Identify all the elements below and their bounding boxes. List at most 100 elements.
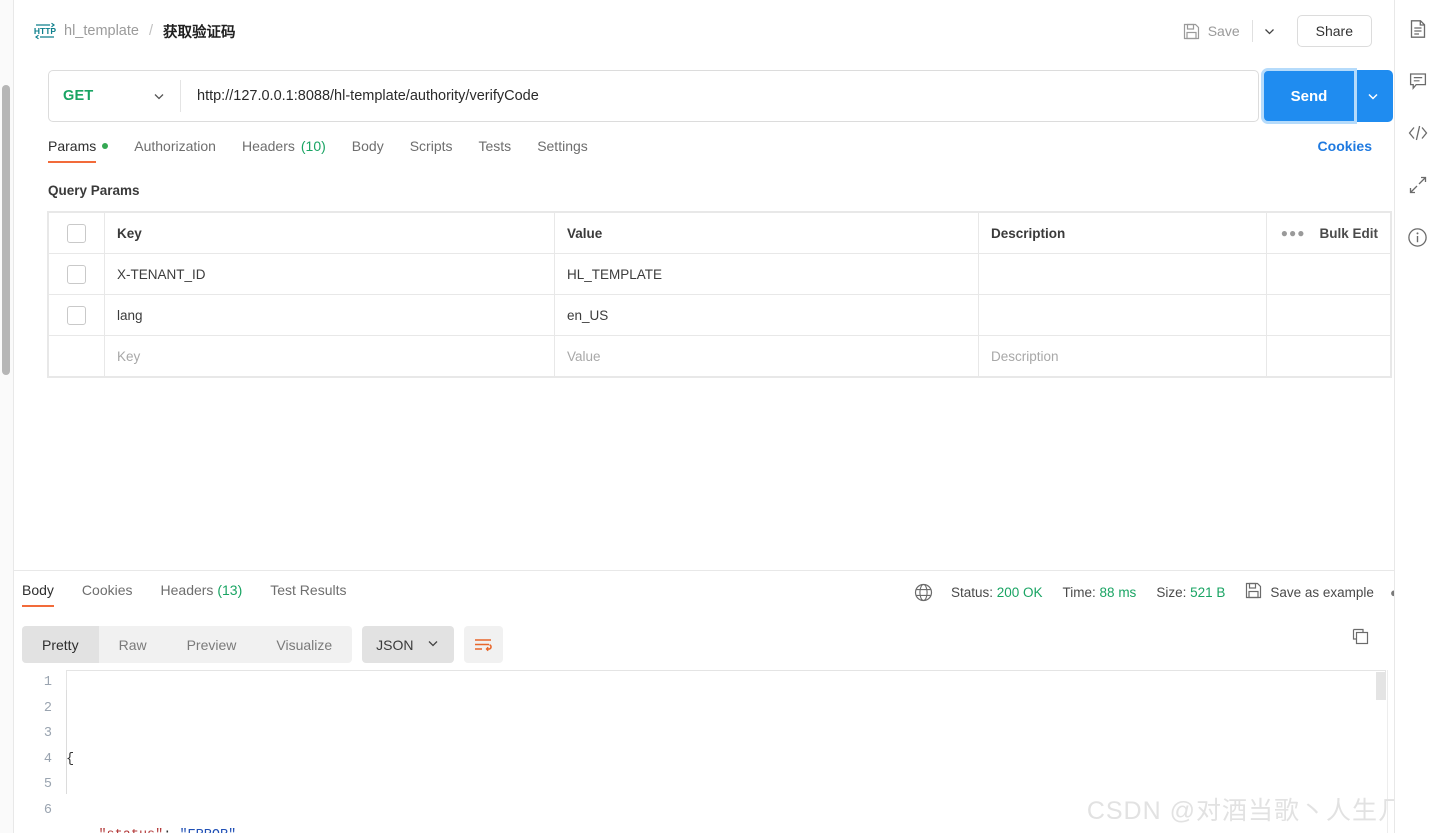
response-meta: Status: 200 OK Time: 88 ms Size: 521 B S… [914,582,1418,606]
table-row-empty[interactable]: Key Value Description [48,335,1391,377]
send-button[interactable]: Send [1261,68,1357,124]
response-tab-test-results-label: Test Results [270,582,347,598]
response-tab-headers-label: Headers [160,582,214,598]
save-as-example-button[interactable]: Save as example [1245,582,1374,602]
breadcrumb-request-name[interactable]: 获取验证码 [163,21,236,42]
save-options-caret[interactable] [1255,16,1285,46]
tab-params-label: Params [48,138,97,154]
globe-icon[interactable] [914,583,933,602]
share-button[interactable]: Share [1296,15,1372,47]
save-as-example-label: Save as example [1270,584,1374,600]
row-checkbox[interactable] [67,305,86,325]
query-params-title: Query Params [48,183,140,198]
left-scrollbar-thumb[interactable] [2,85,10,375]
select-all-checkbox[interactable] [67,223,86,243]
param-value[interactable]: HL_TEMPLATE [554,253,979,295]
tab-settings-label: Settings [537,138,588,154]
response-json-text[interactable]: { "status": "ERROR", "data": null, "erro… [66,670,1418,833]
row-actions [1266,294,1391,336]
tab-tests[interactable]: Tests [479,138,526,163]
code-icon[interactable] [1405,120,1431,146]
code-fold-guide [66,690,67,794]
save-button[interactable]: Save [1173,17,1250,46]
wrap-lines-icon[interactable] [463,626,503,663]
response-mode-group: Pretty Raw Preview Visualize [22,626,353,663]
response-tab-body-label: Body [22,582,54,598]
pane-divider[interactable] [14,570,1394,571]
response-tab-headers-count: (13) [217,582,243,598]
method-selector[interactable]: GET [49,71,180,121]
more-options-icon[interactable]: ●●● [1281,226,1306,240]
breadcrumb-separator: / [148,23,153,39]
tab-scripts-label: Scripts [409,138,453,154]
param-value[interactable]: en_US [554,294,979,336]
expand-icon[interactable] [1405,172,1431,198]
url-bar: GET [48,70,1259,122]
table-row[interactable]: lang en_US [48,294,1391,336]
params-modified-dot [102,143,109,149]
mode-pretty[interactable]: Pretty [22,626,99,663]
param-description-placeholder[interactable]: Description [978,335,1267,377]
row-checkbox[interactable] [67,264,86,284]
header-divider [1251,20,1253,42]
table-header-row: Key Value Description ●●● Bulk Edit [48,212,1391,254]
response-body-editor[interactable]: 1 2 3 4 5 6 { "status": "ERROR", "data":… [22,670,1418,833]
copy-icon[interactable] [1351,627,1370,646]
tab-headers-label: Headers [241,138,295,154]
param-description[interactable] [978,253,1267,295]
info-icon[interactable] [1405,224,1431,250]
param-description[interactable] [978,294,1267,336]
time-badge: Time: 88 ms [1063,585,1137,600]
param-key[interactable]: lang [104,294,555,336]
send-options-caret[interactable] [1353,70,1393,122]
row-checkbox-cell [48,253,105,295]
time-label: Time: [1062,584,1096,600]
query-params-table: Key Value Description ●●● Bulk Edit X-TE… [47,211,1392,378]
mode-preview[interactable]: Preview [167,626,257,663]
tab-authorization-label: Authorization [134,138,216,154]
status-label: Status: [950,584,993,600]
document-icon[interactable] [1405,16,1431,42]
tab-body[interactable]: Body [352,138,398,163]
breadcrumb: HTTP hl_template / 获取验证码 [34,21,236,42]
line-number: 5 [43,777,52,792]
tab-scripts[interactable]: Scripts [410,138,467,163]
response-tab-headers[interactable]: Headers (13) [161,582,243,607]
response-tab-body[interactable]: Body [22,582,54,607]
content-type-label: JSON [376,636,414,653]
save-icon [1183,23,1200,40]
send-group: Send [1261,68,1393,124]
request-tabs: Params Authorization Headers (10) Body S… [48,138,1372,168]
column-header-description: Description [978,212,1267,254]
table-row[interactable]: X-TENANT_ID HL_TEMPLATE [48,253,1391,295]
response-tab-test-results[interactable]: Test Results [270,582,346,607]
cookies-link[interactable]: Cookies [1318,138,1372,163]
mode-visualize[interactable]: Visualize [256,626,352,663]
param-key[interactable]: X-TENANT_ID [104,253,555,295]
code-line: { [66,751,75,767]
tab-params[interactable]: Params [48,138,122,163]
line-number-gutter: 1 2 3 4 5 6 [22,670,66,833]
tab-settings[interactable]: Settings [537,138,602,163]
select-all-cell [48,212,105,254]
line-number: 4 [43,751,52,767]
row-checkbox-cell-empty [48,335,105,377]
comment-icon[interactable] [1405,68,1431,94]
mode-raw[interactable]: Raw [99,626,167,663]
line-number: 1 [43,675,52,690]
header-actions: Save Share [1173,15,1372,47]
right-sidebar [1394,0,1440,833]
param-key-placeholder[interactable]: Key [104,335,555,377]
tab-headers[interactable]: Headers (10) [242,138,340,163]
left-scrollbar-track[interactable] [0,0,13,833]
bulk-edit-link[interactable]: Bulk Edit [1319,226,1378,241]
request-header: HTTP hl_template / 获取验证码 Save Share [14,0,1394,62]
response-tab-cookies[interactable]: Cookies [82,582,133,607]
breadcrumb-collection[interactable]: hl_template [64,23,139,39]
url-input[interactable] [181,71,1258,121]
http-icon: HTTP [34,21,56,41]
content-type-selector[interactable]: JSON [362,626,454,663]
param-value-placeholder[interactable]: Value [554,335,979,377]
tab-authorization[interactable]: Authorization [134,138,230,163]
response-tab-cookies-label: Cookies [81,582,133,598]
